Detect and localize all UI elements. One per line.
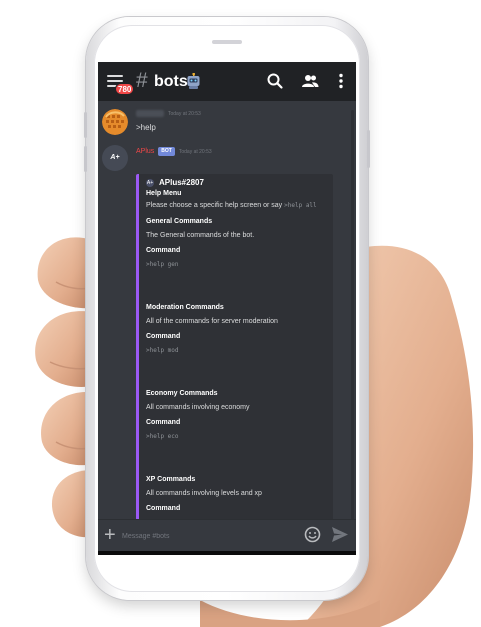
section-title: General Commands (146, 218, 213, 225)
app-screen: 780 # bots Today at 20:53 >help A+ APlus… (98, 62, 356, 555)
channel-name: bots (154, 73, 188, 90)
embed-description-code: >help all (284, 202, 317, 209)
section-command: >help eco (146, 433, 179, 440)
message-input[interactable] (122, 529, 302, 543)
section-title: XP Commands (146, 476, 196, 483)
emoji-icon[interactable] (304, 526, 321, 543)
notification-badge: 780 (115, 83, 135, 95)
search-icon[interactable] (266, 72, 284, 90)
section-text: All commands involving economy (146, 404, 250, 411)
section-text: All commands involving levels and xp (146, 490, 262, 497)
power-button (367, 130, 370, 168)
message-composer: + (98, 519, 356, 551)
embed-description: Please choose a specific help screen or … (146, 202, 317, 209)
embed-author: A+ APlus#2807 (146, 178, 204, 187)
message-text: >help (136, 123, 156, 132)
scrollbar[interactable] (351, 110, 354, 522)
message-timestamp: Today at 20:53 (168, 110, 201, 117)
send-icon[interactable] (331, 526, 349, 543)
message-author[interactable]: APlus (136, 148, 154, 155)
embed-author-icon: A+ (146, 178, 154, 187)
chat-message: Today at 20:53 >help (98, 106, 348, 138)
section-title: Economy Commands (146, 390, 218, 397)
section-command-label: Command (146, 333, 181, 340)
embed-author-name[interactable]: APlus#2807 (159, 178, 204, 187)
embed-title: Help Menu (146, 190, 182, 197)
message-timestamp: Today at 20:53 (178, 148, 212, 155)
section-command: >help gen (146, 261, 179, 268)
section-text: The General commands of the bot. (146, 232, 255, 239)
volume-button (84, 112, 87, 138)
more-icon[interactable] (332, 72, 350, 90)
system-nav-bar (98, 551, 356, 555)
channel-header: 780 # bots (98, 62, 356, 101)
section-title: Moderation Commands (146, 304, 224, 311)
members-icon[interactable] (301, 72, 319, 90)
message-author[interactable] (136, 110, 164, 117)
section-text: All of the commands for server moderatio… (146, 318, 278, 325)
chat-message: A+ APlus BOT Today at 20:53 (98, 144, 348, 171)
bot-tag: BOT (158, 147, 175, 156)
robot-icon (187, 73, 200, 89)
user-avatar[interactable] (102, 109, 128, 135)
channel-hash-symbol: # (136, 69, 148, 92)
section-command: >help mod (146, 347, 179, 354)
section-command-label: Command (146, 247, 181, 254)
section-command-label: Command (146, 505, 181, 512)
earpiece-speaker (212, 40, 242, 44)
volume-button (84, 146, 87, 172)
section-command-label: Command (146, 419, 181, 426)
plus-icon[interactable]: + (104, 524, 116, 546)
embed-description-text: Please choose a specific help screen or … (146, 202, 283, 209)
bot-avatar[interactable]: A+ (102, 145, 128, 171)
help-embed: A+ APlus#2807 Help Menu Please choose a … (136, 174, 333, 524)
